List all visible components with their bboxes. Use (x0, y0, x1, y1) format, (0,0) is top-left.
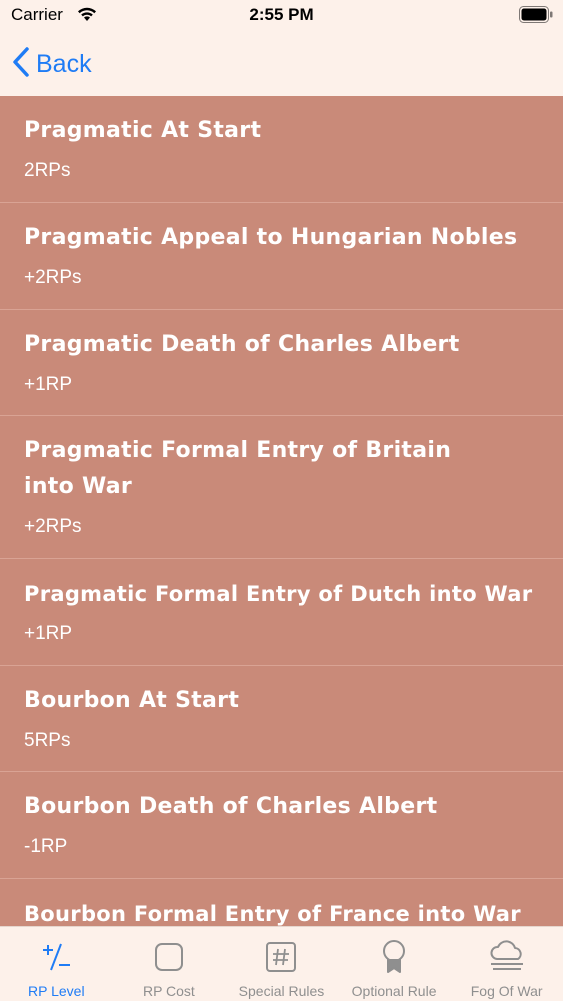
list-item-cost: +2RPs (24, 516, 82, 537)
list-item[interactable]: Pragmatic Formal Entry of Britain into W… (0, 416, 563, 559)
navigation-bar: Back (0, 32, 563, 96)
list-item[interactable]: Pragmatic Formal Entry of Dutch into War… (0, 559, 563, 666)
tab-fog-of-war[interactable]: Fog Of War (450, 927, 563, 1001)
list-item[interactable]: Pragmatic Death of Charles Albert +1RP (0, 310, 563, 416)
list-item[interactable]: Bourbon At Start 5RPs (0, 666, 563, 772)
plus-minus-icon (39, 939, 73, 975)
list-item-title: Bourbon Death of Charles Albert (24, 794, 438, 819)
rounded-square-icon (152, 939, 186, 975)
tab-optional-rule[interactable]: Optional Rule (338, 927, 451, 1001)
fog-cloud-icon (487, 939, 527, 975)
back-label: Back (36, 49, 92, 78)
list-item-cost: +1RP (24, 374, 73, 395)
tab-bar: RP Level RP Cost Special Rules Optional … (0, 926, 563, 1001)
list-item[interactable]: Bourbon Death of Charles Albert -1RP (0, 772, 563, 879)
rp-level-list[interactable]: Pragmatic At Start 2RPs Pragmatic Appeal… (0, 96, 563, 926)
list-item-cost: 2RPs (24, 160, 71, 181)
tab-label: Fog Of War (470, 983, 543, 999)
chevron-left-icon (12, 46, 30, 83)
back-button[interactable]: Back (12, 46, 92, 82)
hash-icon (264, 939, 298, 975)
tab-label: RP Level (28, 983, 85, 999)
list-item-cost: +2RPs (24, 267, 82, 288)
tab-label: Special Rules (238, 983, 325, 999)
status-time: 2:55 PM (249, 5, 314, 24)
list-item[interactable]: Bourbon Formal Entry of France into War (0, 879, 563, 926)
battery-icon (519, 6, 553, 28)
tab-label: RP Cost (142, 983, 195, 999)
award-ribbon-icon (377, 939, 411, 975)
list-item[interactable]: Pragmatic At Start 2RPs (0, 96, 563, 203)
list-item-title: Pragmatic Formal Entry of Dutch into War (24, 582, 533, 606)
list-item-cost: +1RP (24, 623, 73, 644)
list-item-title: Pragmatic Formal Entry of Britain into W… (24, 438, 452, 499)
list-item-title: Bourbon Formal Entry of France into War (24, 902, 521, 926)
list-item-cost: -1RP (24, 836, 68, 857)
list-item[interactable]: Pragmatic Appeal to Hungarian Nobles +2R… (0, 203, 563, 310)
status-bar: Carrier 2:55 PM (0, 0, 563, 32)
list-item-title: Pragmatic Appeal to Hungarian Nobles (24, 225, 518, 250)
list-item-title: Pragmatic At Start (24, 118, 262, 143)
list-item-title: Pragmatic Death of Charles Albert (24, 332, 460, 357)
list-item-cost: 5RPs (24, 730, 71, 751)
tab-special-rules[interactable]: Special Rules (225, 927, 338, 1001)
tab-rp-level[interactable]: RP Level (0, 927, 113, 1001)
tab-rp-cost[interactable]: RP Cost (113, 927, 226, 1001)
tab-label: Optional Rule (351, 983, 437, 999)
list-item-title: Bourbon At Start (24, 688, 240, 713)
